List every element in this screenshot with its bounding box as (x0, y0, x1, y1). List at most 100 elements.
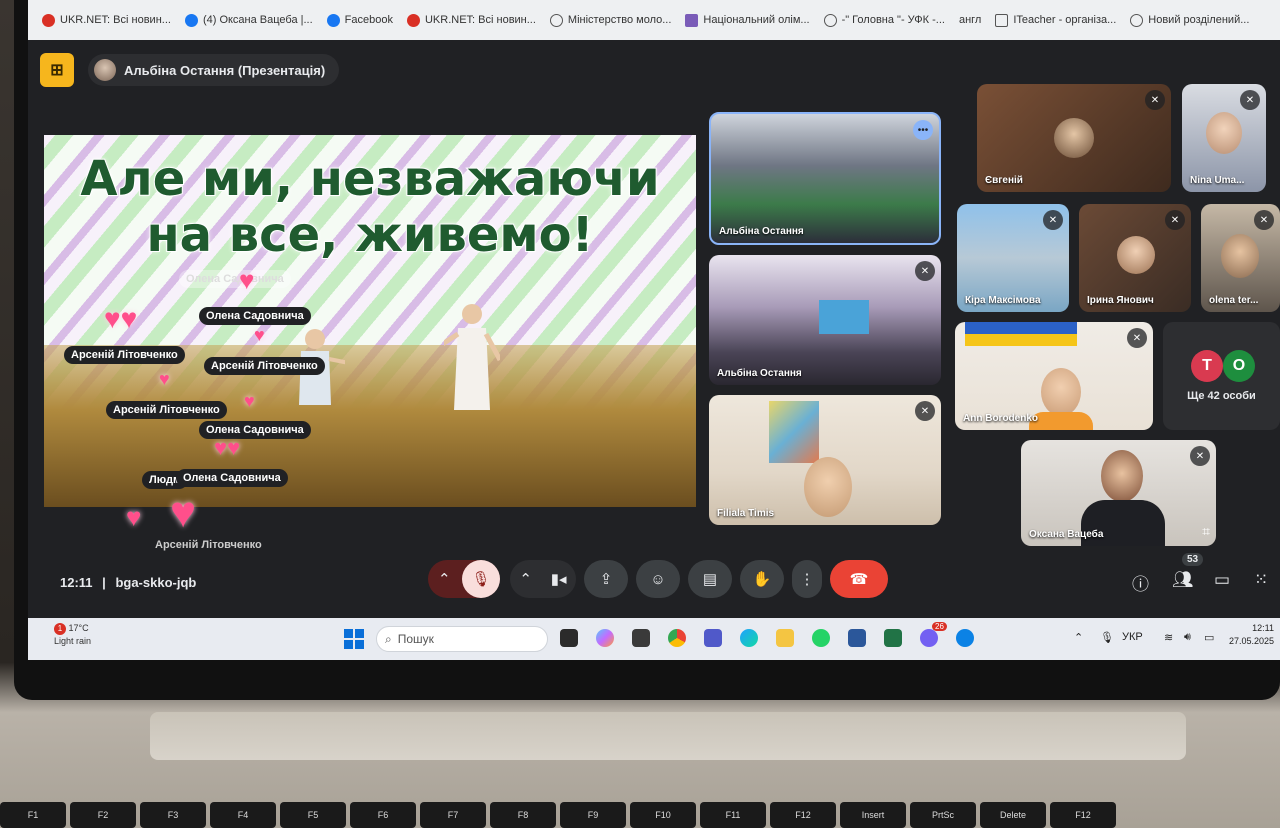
hand-icon: ✋ (752, 571, 772, 588)
battery-icon[interactable]: ▭ (1204, 631, 1214, 644)
heart-reaction-icon: ♥ (170, 488, 197, 537)
bookmark-new-split[interactable]: Новий розділений... (1130, 13, 1249, 27)
participant-face (1041, 368, 1081, 416)
mic-off-icon: ✕ (915, 261, 935, 281)
bookmark-ministry[interactable]: Міністерство моло... (549, 13, 672, 27)
activities-icon[interactable]: ⁙ (1254, 570, 1268, 590)
emoji-icon: ☺ (650, 570, 666, 588)
avatar (1054, 118, 1094, 158)
bookmark-facebook-profile[interactable]: (4) Оксана Вацеба |... (184, 13, 313, 27)
keyboard-key[interactable]: F7 (420, 802, 486, 828)
globe-icon (823, 13, 837, 27)
chevron-up-icon[interactable]: ⌃ (1074, 631, 1083, 644)
keyboard-key[interactable]: F3 (140, 802, 206, 828)
more-participants-label: Ще 42 особи (1187, 390, 1256, 402)
raise-hand-button[interactable]: ✋ (740, 560, 784, 598)
keyboard-key[interactable]: F12 (770, 802, 836, 828)
task-view-icon[interactable] (560, 629, 578, 647)
keyboard-key[interactable]: F6 (350, 802, 416, 828)
avatar: O (1223, 350, 1255, 382)
bookmark-iteacher[interactable]: ITeacher - організа... (995, 13, 1116, 27)
participant-tile-filiala[interactable]: ✕ Filiala Timis (709, 395, 941, 525)
volume-icon[interactable]: 🔊︎ (1184, 631, 1191, 644)
participant-name: olena ter... (1209, 295, 1259, 306)
keyboard-key[interactable]: F4 (210, 802, 276, 828)
participant-tile-olena[interactable]: ✕ olena ter... (1201, 204, 1280, 312)
chrome-icon[interactable] (668, 629, 686, 647)
excel-icon[interactable] (884, 629, 902, 647)
zoom-icon[interactable] (956, 629, 974, 647)
windows-start-icon[interactable] (344, 629, 364, 649)
participant-name: Ann Borodenko (963, 413, 1038, 424)
weather-widget[interactable]: 1 17°C Light rain (54, 622, 91, 647)
desktop-icon[interactable] (632, 629, 650, 647)
weather-temp: 17°C (68, 623, 89, 633)
more-options-icon[interactable]: ••• (913, 120, 933, 140)
bookmark-ukrnet[interactable]: UKR.NET: Всі новин... (42, 13, 171, 27)
keyboard-key[interactable]: Insert (840, 802, 906, 828)
wifi-icon[interactable]: ≋ (1164, 631, 1173, 644)
heart-reaction-icon: ♥ (254, 325, 265, 345)
keyboard-key[interactable]: F12 (1050, 802, 1116, 828)
leave-call-button[interactable]: ☎ (830, 560, 888, 598)
mic-off-icon: ✕ (915, 401, 935, 421)
laptop-hinge (150, 712, 1186, 760)
bookmark-ukrnet-2[interactable]: UKR.NET: Всі новин... (406, 13, 536, 27)
participant-tile-iryna[interactable]: ✕ Ірина Янович (1079, 204, 1191, 312)
more-participants-tile[interactable]: T O Ще 42 особи (1163, 322, 1280, 430)
info-icon[interactable]: ⓘ (1132, 570, 1149, 595)
participant-tile-ann[interactable]: ✕ Ann Borodenko (955, 322, 1153, 430)
bookmark-facebook[interactable]: Facebook (326, 13, 393, 27)
keyboard-key[interactable]: F1 (0, 802, 66, 828)
language-indicator[interactable]: УКР (1122, 631, 1143, 643)
participant-tile-yevhenii[interactable]: ✕ Євгеній (977, 84, 1171, 192)
keyboard-key[interactable]: Delete (980, 802, 1046, 828)
mic-off-icon: ✕ (1165, 210, 1185, 230)
chat-icon[interactable]: ▭ (1214, 570, 1230, 590)
participant-tile-albina-hall[interactable]: ✕ Альбіна Остання (709, 255, 941, 385)
people-icon[interactable]: 👥︎ (1172, 570, 1194, 590)
reactions-button[interactable]: ☺ (636, 560, 680, 598)
viber-icon[interactable] (920, 629, 938, 647)
presentation-slide: Але ми, незважаючи на все, живемо! Олена… (44, 135, 696, 507)
camera-options-button[interactable]: ⌃ ▮◂ (510, 560, 576, 598)
keyboard-key[interactable]: PrtSc (910, 802, 976, 828)
alert-badge: 1 (54, 623, 66, 635)
taskbar-search[interactable]: ⌕ Пошук (376, 626, 548, 652)
keyboard-key[interactable]: F2 (70, 802, 136, 828)
heart-reaction-icon: ♥♥ (214, 435, 241, 460)
participant-tile-nina[interactable]: ✕ Nina Uma... (1182, 84, 1266, 192)
participant-tile-kira[interactable]: ✕ Кіра Максімова (957, 204, 1069, 312)
bookmark-label: англ (958, 14, 982, 26)
keyboard-key[interactable]: F10 (630, 802, 696, 828)
bookmark-label: Міністерство моло... (567, 14, 672, 26)
file-explorer-icon[interactable] (776, 629, 794, 647)
clock-date[interactable]: 12:11 27.05.2025 (1229, 622, 1274, 648)
keyboard-key[interactable]: F8 (490, 802, 556, 828)
mic-options-button[interactable]: ⌃ 🎙︎ (428, 560, 500, 598)
keyboard-key[interactable]: F11 (700, 802, 766, 828)
present-screen-button[interactable]: ⇪ (584, 560, 628, 598)
ukrnet-icon (42, 13, 55, 27)
copilot-icon[interactable] (596, 629, 614, 647)
captions-button[interactable]: ▤ (688, 560, 732, 598)
keyboard-key[interactable]: F5 (280, 802, 346, 828)
participant-tile-oksana-self[interactable]: ✕ ⌗ Оксана Вацеба (1021, 440, 1216, 546)
camera-icon[interactable]: ▮◂ (551, 570, 567, 588)
whatsapp-icon[interactable] (812, 629, 830, 647)
participant-tile-albina-room[interactable]: ••• Альбіна Остання (709, 112, 941, 245)
microphone-icon[interactable]: 🎙︎ (1100, 631, 1114, 644)
edge-icon[interactable] (740, 629, 758, 647)
teams-icon[interactable] (704, 629, 722, 647)
companion-mode-icon[interactable]: ⊞ (40, 53, 74, 87)
more-options-button[interactable]: ⋮ (792, 560, 822, 598)
mic-off-icon[interactable]: 🎙︎ (462, 560, 500, 598)
crop-icon[interactable]: ⌗ (1202, 523, 1210, 540)
presenter-chip[interactable]: Альбіна Остання (Презентація) (88, 54, 340, 86)
photo-stage: UKR.NET: Всі новин... (4) Оксана Вацеба … (0, 0, 1280, 828)
bookmark-ufk[interactable]: -" Головна "- УФК -... (823, 13, 945, 27)
bookmark-olympic[interactable]: Національний олім... (685, 13, 810, 27)
bookmark-engl[interactable]: англ (959, 14, 981, 26)
keyboard-key[interactable]: F9 (560, 802, 626, 828)
word-icon[interactable] (848, 629, 866, 647)
